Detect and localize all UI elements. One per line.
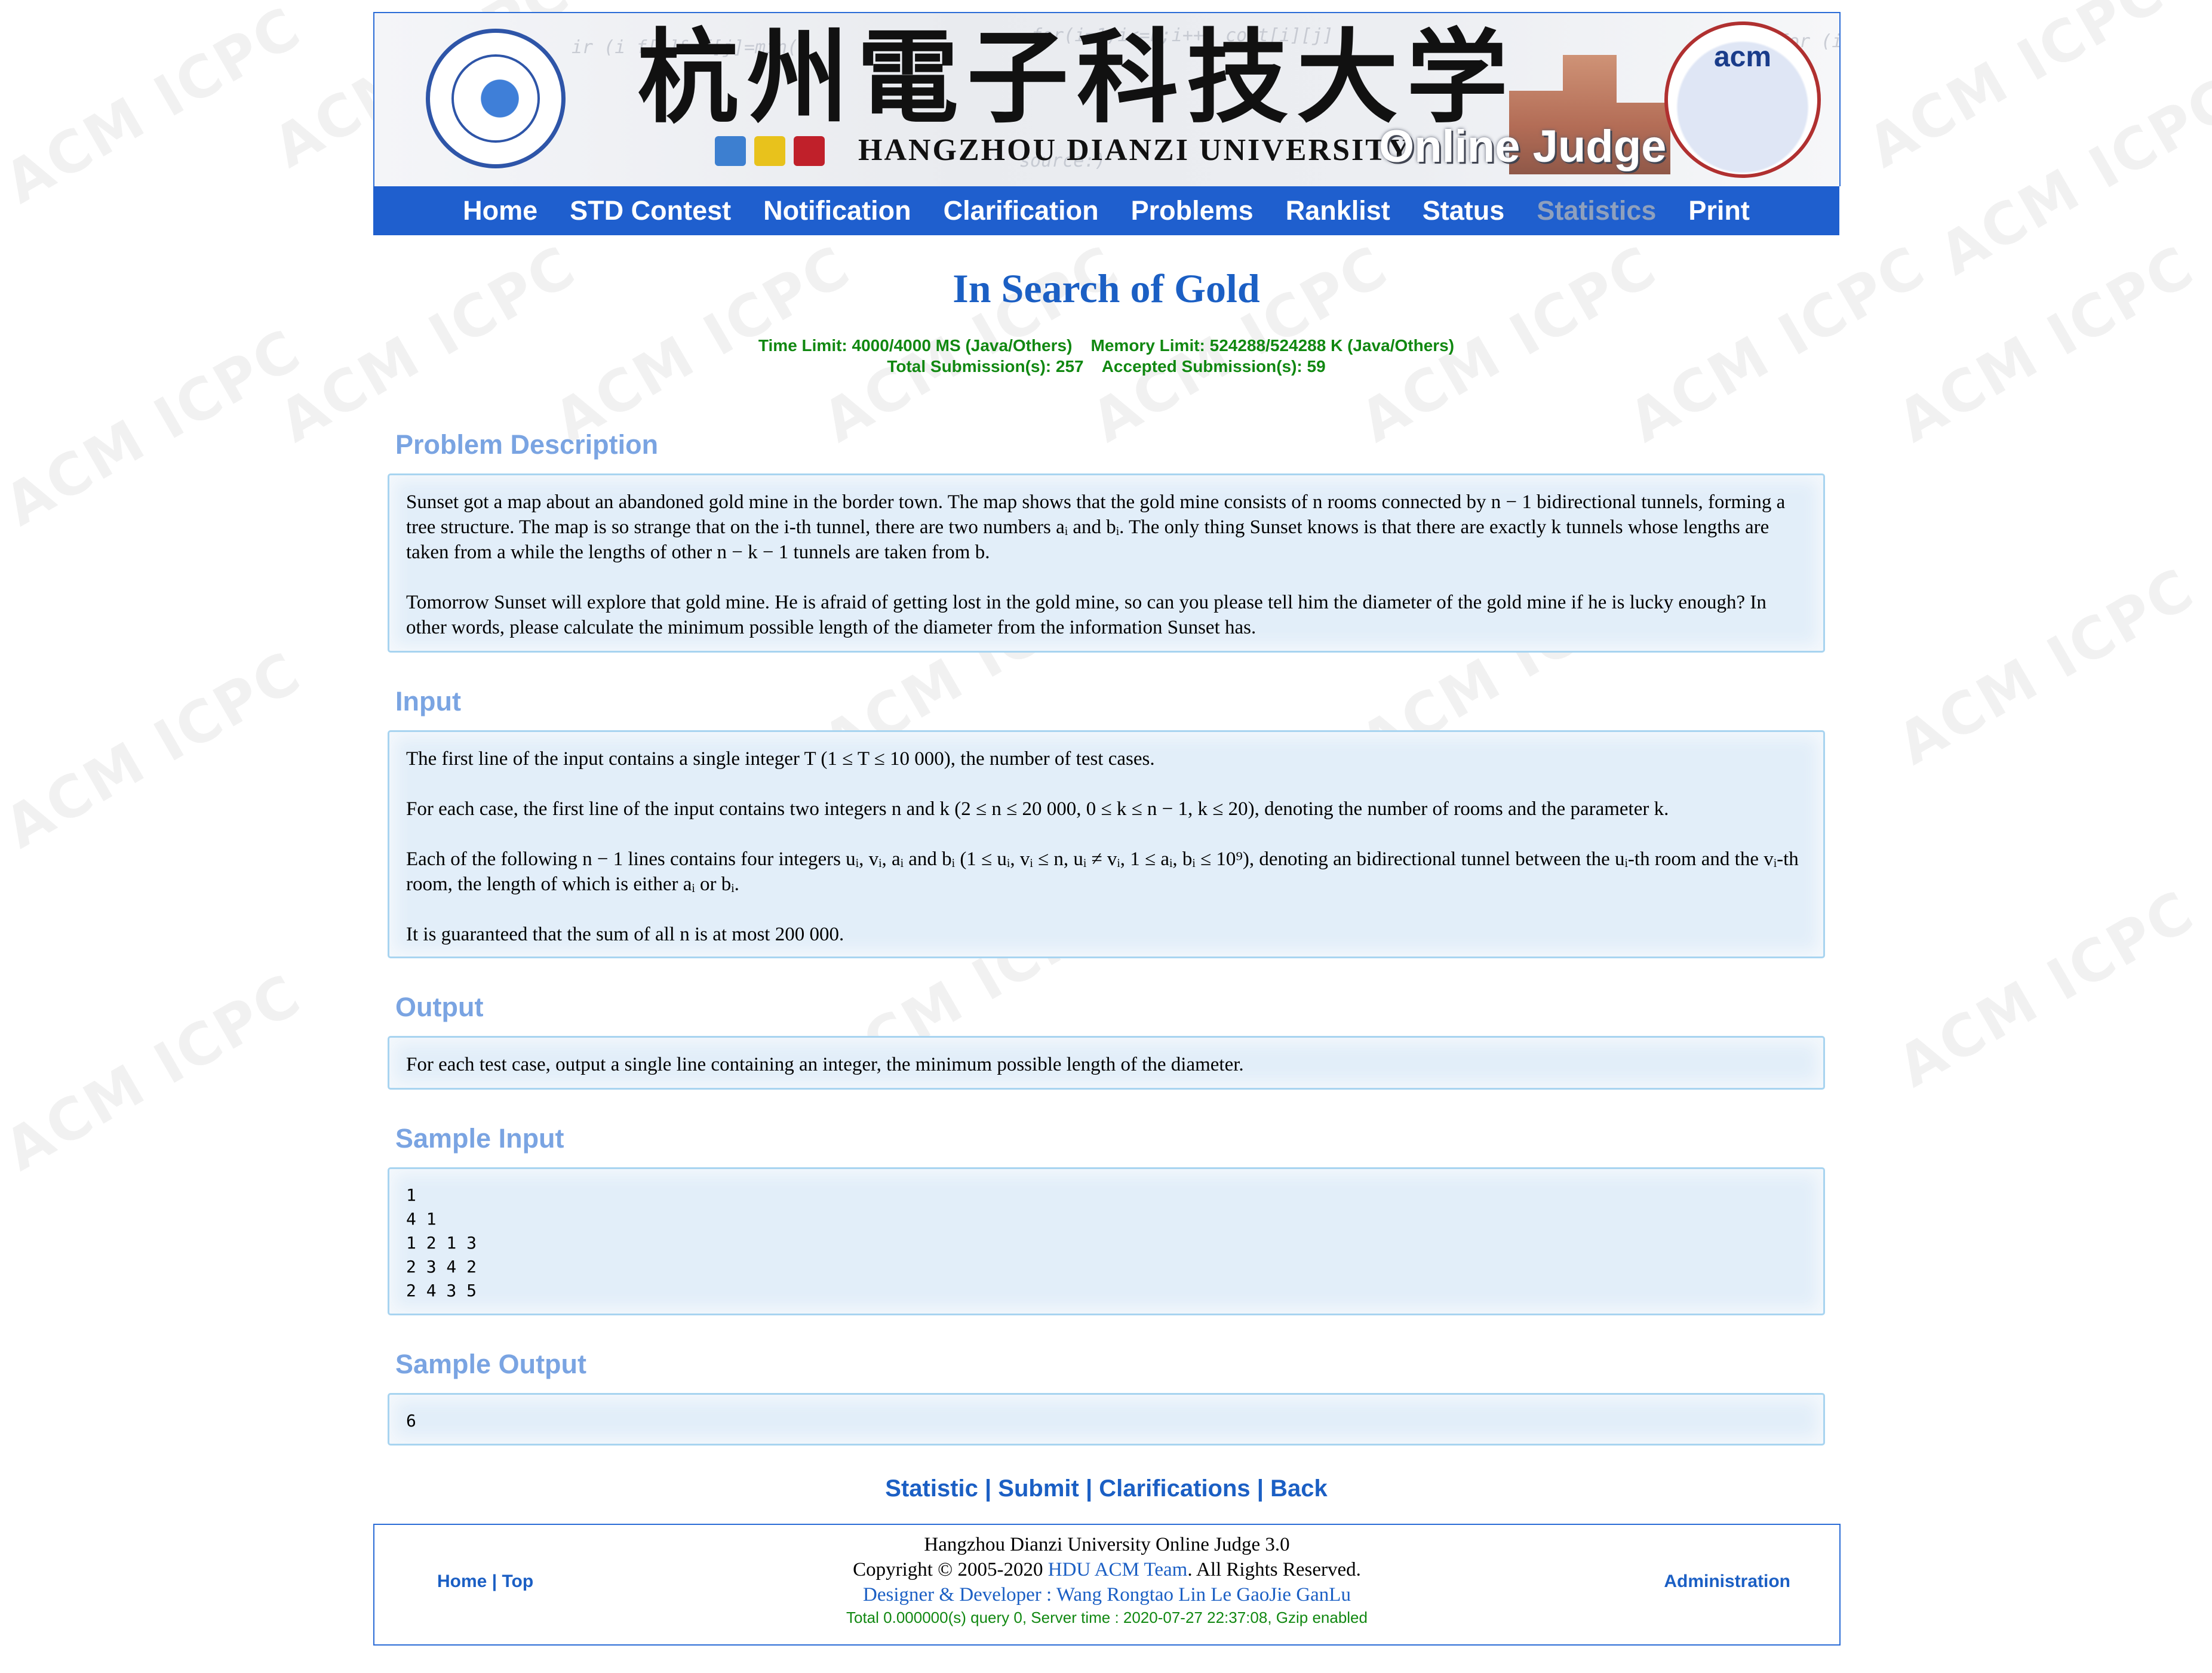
nav-problems[interactable]: Problems [1131, 195, 1254, 226]
output-panel: For each test case, output a single line… [388, 1036, 1825, 1090]
input-panel: The first line of the input contains a s… [388, 730, 1825, 958]
link-separator: | [1250, 1475, 1271, 1502]
nav-print[interactable]: Print [1688, 195, 1750, 226]
problem-limits: Time Limit: 4000/4000 MS (Java/Others) M… [373, 335, 1839, 377]
footer-info: Hangzhou Dianzi University Online Judge … [374, 1532, 1839, 1628]
sample-input-panel: 1 4 1 1 2 1 3 2 3 4 2 2 4 3 5 [388, 1167, 1825, 1315]
footer-designers: Designer & Developer : Wang Rongtao Lin … [863, 1584, 1351, 1606]
watermark-text: ACM ICPC [0, 0, 313, 217]
section-heading-sample-input: Sample Input [395, 1123, 564, 1154]
link-separator: | [978, 1475, 999, 1502]
university-seal-logo [426, 29, 566, 168]
input-paragraph: It is guaranteed that the sum of all n i… [406, 924, 844, 945]
university-english-name: HANGZHOU DIANZI UNIVERSITY [858, 133, 1412, 167]
book-icon [794, 136, 825, 166]
main-nav: Home STD Contest Notification Clarificat… [373, 186, 1839, 235]
output-paragraph: For each test case, output a single line… [406, 1054, 1244, 1075]
yen-icon [754, 136, 785, 166]
section-heading-description: Problem Description [395, 429, 659, 460]
input-paragraph: For each case, the first line of the inp… [406, 798, 1669, 820]
problem-action-links: Statistic | Submit | Clarifications | Ba… [373, 1475, 1839, 1502]
copyright-text: . All Rights Reserved. [1187, 1559, 1361, 1580]
administration-link[interactable]: Administration [1664, 1571, 1790, 1591]
footer-copyright: Copyright © 2005-2020 HDU ACM Team. All … [374, 1557, 1839, 1582]
nav-ranklist[interactable]: Ranklist [1286, 195, 1390, 226]
acm-icpc-logo: acm [1664, 21, 1821, 178]
watermark-text: ACM ICPC [0, 316, 313, 539]
footer-right-links: Administration [1664, 1571, 1790, 1592]
header-banner: ir (i f[i]& f[j]=min( for(i=1;i<=n;i++) … [373, 12, 1841, 186]
watermark-text: ACM ICPC [1857, 0, 2176, 181]
cloud-icon [715, 136, 746, 166]
link-separator: | [1079, 1475, 1099, 1502]
watermark-text: ACM ICPC [0, 638, 313, 862]
watermark-text: ACM ICPC [1887, 877, 2206, 1100]
description-paragraph: Sunset got a map about an abandoned gold… [406, 491, 1786, 563]
nav-statistics[interactable]: Statistics [1537, 195, 1656, 226]
description-panel: Sunset got a map about an abandoned gold… [388, 473, 1825, 653]
page-container: ir (i f[i]& f[j]=min( for(i=1;i<=n;i++) … [373, 12, 1841, 1646]
section-heading-sample-output: Sample Output [395, 1349, 587, 1379]
watermark-text: ACM ICPC [0, 961, 313, 1184]
submit-link[interactable]: Submit [998, 1475, 1079, 1502]
decorative-icons [715, 136, 831, 169]
watermark-text: ACM ICPC [1887, 555, 2206, 778]
nav-status[interactable]: Status [1423, 195, 1505, 226]
limits-line-2: Total Submission(s): 257 Accepted Submis… [887, 357, 1326, 376]
sample-output-panel: 6 [388, 1393, 1825, 1446]
problem-title: In Search of Gold [953, 266, 1260, 311]
statistic-link[interactable]: Statistic [885, 1475, 978, 1502]
nav-home[interactable]: Home [463, 195, 537, 226]
section-heading-input: Input [395, 686, 461, 716]
clarifications-link[interactable]: Clarifications [1099, 1475, 1250, 1502]
footer: Home | Top Hangzhou Dianzi University On… [373, 1524, 1841, 1646]
watermark-text: ACM ICPC [1928, 65, 2212, 288]
university-chinese-name: 杭州電子科技大学 [637, 18, 1517, 137]
description-paragraph: Tomorrow Sunset will explore that gold m… [406, 592, 1766, 638]
nav-notification[interactable]: Notification [763, 195, 911, 226]
back-link[interactable]: Back [1270, 1475, 1328, 1502]
footer-server-info: Total 0.000000(s) query 0, Server time :… [846, 1609, 1368, 1626]
nav-clarification[interactable]: Clarification [944, 195, 1099, 226]
limits-line-1: Time Limit: 4000/4000 MS (Java/Others) M… [758, 336, 1455, 355]
footer-oj-version: Hangzhou Dianzi University Online Judge … [924, 1534, 1290, 1555]
acm-logo-text: acm [1713, 41, 1772, 73]
section-heading-output: Output [395, 992, 484, 1022]
copyright-text: Copyright © 2005-2020 [853, 1559, 1048, 1580]
nav-std-contest[interactable]: STD Contest [570, 195, 731, 226]
watermark-text: ACM ICPC [1887, 232, 2206, 456]
team-link[interactable]: HDU ACM Team [1048, 1559, 1188, 1580]
input-paragraph: The first line of the input contains a s… [406, 748, 1155, 770]
online-judge-title: Online Judge [1379, 121, 1667, 172]
input-paragraph: Each of the following n − 1 lines contai… [406, 848, 1799, 895]
